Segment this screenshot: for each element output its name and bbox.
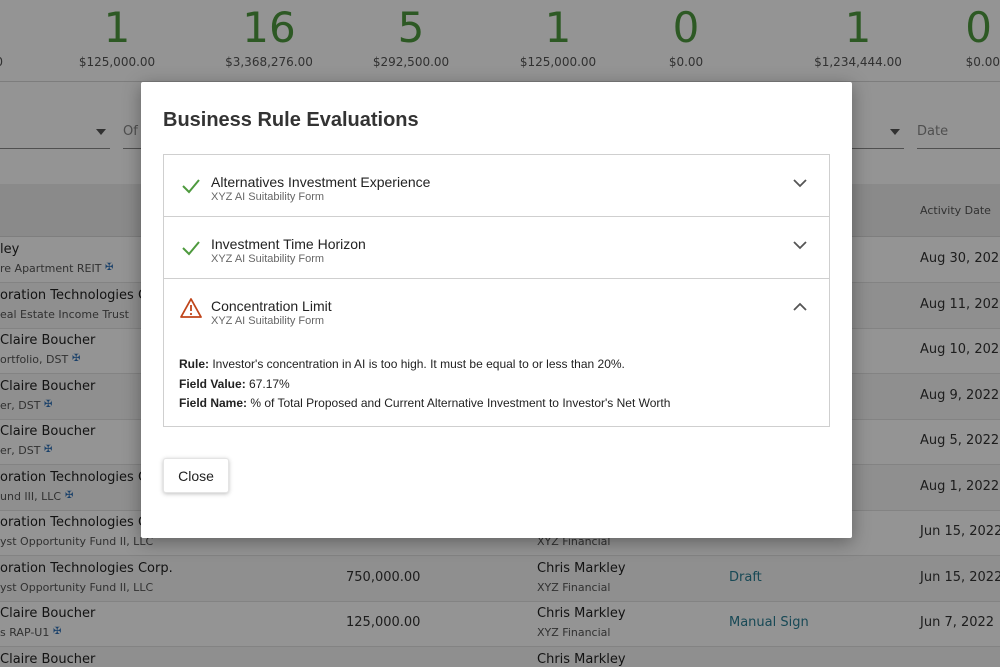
rule-text: Investor's concentration in AI is too hi… xyxy=(212,357,625,371)
rule-name: Investment Time Horizon xyxy=(211,236,366,252)
rule-form: XYZ AI Suitability Form xyxy=(211,253,325,265)
rule-name: Concentration Limit xyxy=(211,298,332,314)
field-value-label: Field Value: xyxy=(179,377,246,391)
rule-detail-rule: Rule: Investor's concentration in AI is … xyxy=(179,357,625,371)
field-value: 67.17% xyxy=(249,377,290,391)
check-icon xyxy=(182,241,200,256)
rule-form: XYZ AI Suitability Form xyxy=(211,191,325,203)
rule-detail-field-value: Field Value: 67.17% xyxy=(179,377,290,391)
rule-detail-field-name: Field Name: % of Total Proposed and Curr… xyxy=(179,396,670,410)
check-icon xyxy=(182,179,200,194)
business-rule-evaluations-dialog: Business Rule Evaluations Alternatives I… xyxy=(141,82,852,538)
dialog-title: Business Rule Evaluations xyxy=(163,109,419,131)
close-button[interactable]: Close xyxy=(163,458,229,493)
warning-icon xyxy=(180,298,202,318)
rules-accordion: Alternatives Investment Experience XYZ A… xyxy=(163,154,830,427)
chevron-up-icon[interactable] xyxy=(792,299,808,315)
rule-item[interactable]: Investment Time Horizon XYZ AI Suitabili… xyxy=(164,217,829,279)
chevron-down-icon[interactable] xyxy=(792,237,808,253)
rule-item-expanded[interactable]: Concentration Limit XYZ AI Suitability F… xyxy=(164,279,829,426)
rule-label: Rule: xyxy=(179,357,209,371)
rule-name: Alternatives Investment Experience xyxy=(211,174,431,190)
chevron-down-icon[interactable] xyxy=(792,175,808,191)
rule-item[interactable]: Alternatives Investment Experience XYZ A… xyxy=(164,155,829,217)
field-name-label: Field Name: xyxy=(179,396,248,410)
rule-form: XYZ AI Suitability Form xyxy=(211,315,325,327)
field-name: % of Total Proposed and Current Alternat… xyxy=(250,396,671,410)
